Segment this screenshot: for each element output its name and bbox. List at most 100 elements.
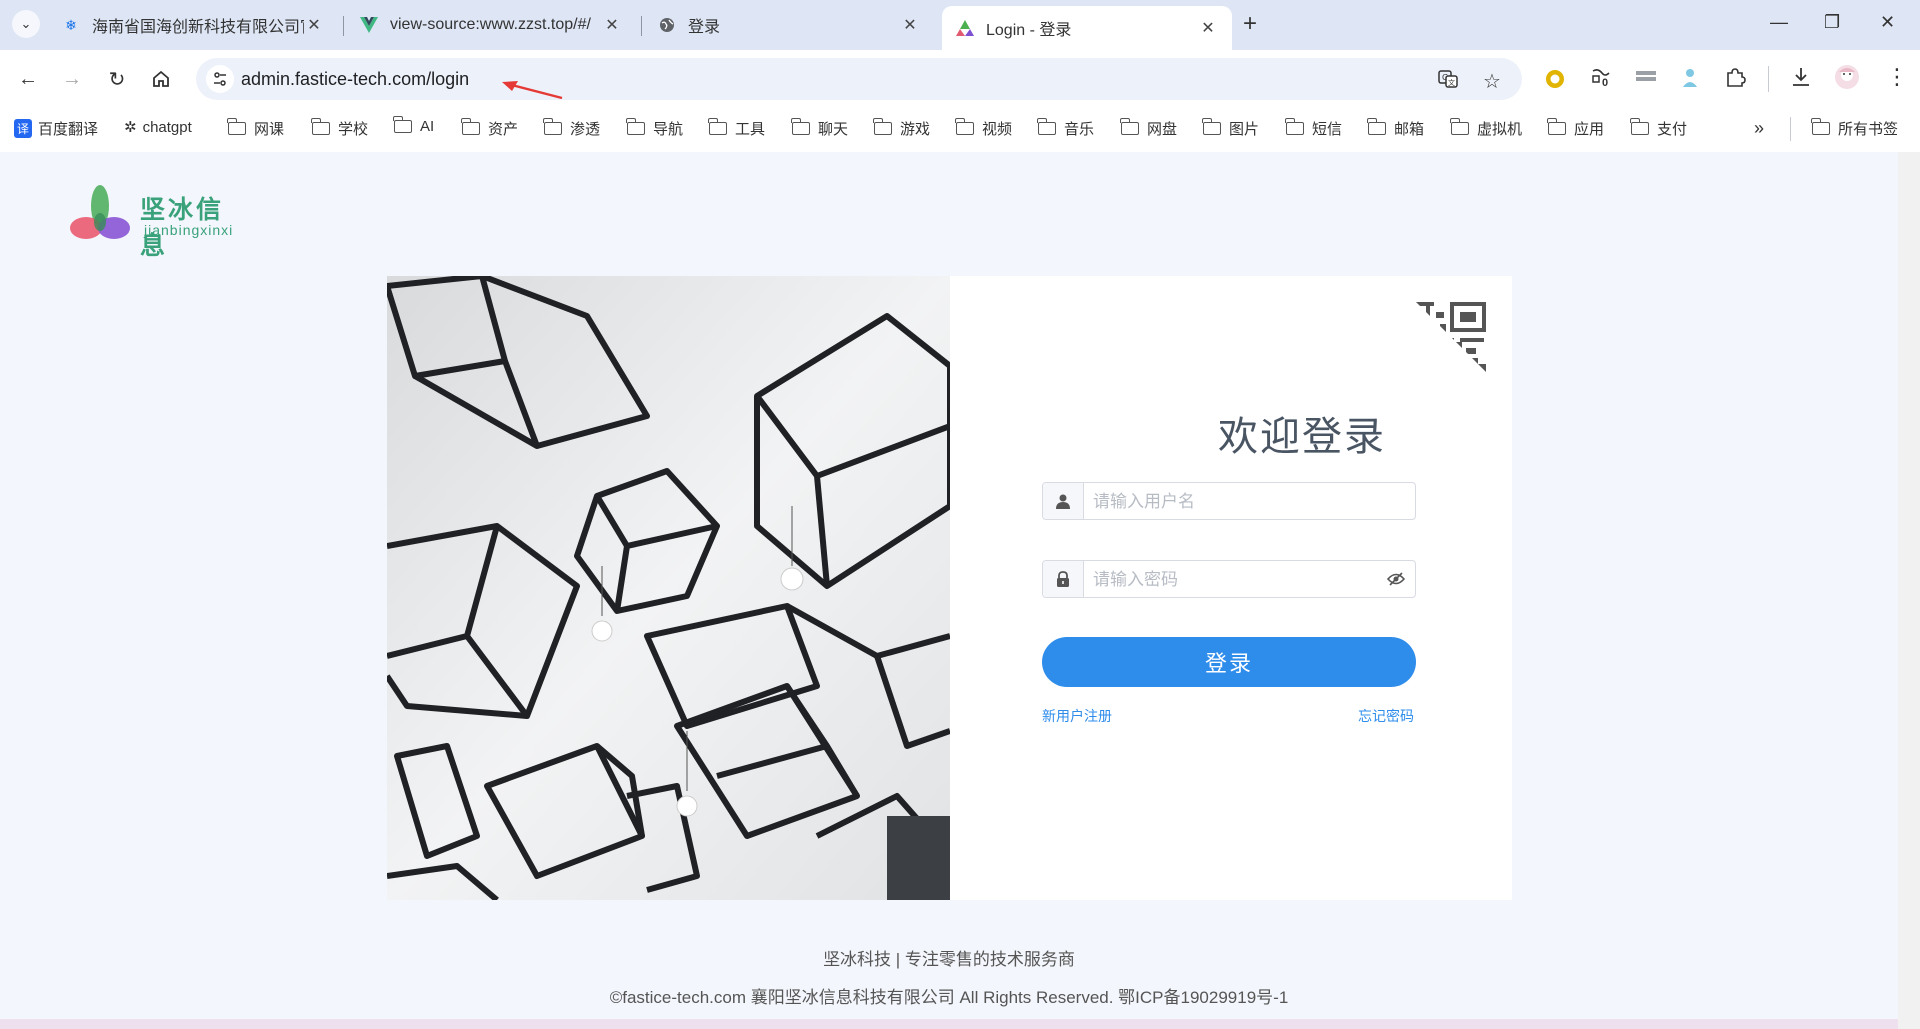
close-window-button[interactable]: ✕	[1880, 12, 1895, 33]
close-icon[interactable]: ✕	[900, 15, 920, 35]
folder-icon	[1630, 118, 1649, 135]
bookmark-folder[interactable]: 短信	[1285, 118, 1342, 139]
folder-icon	[1811, 118, 1830, 135]
bookmark-folder[interactable]: 邮箱	[1367, 118, 1424, 139]
site-settings-icon[interactable]	[206, 65, 234, 93]
forward-button[interactable]: →	[57, 64, 87, 94]
home-button[interactable]	[146, 64, 176, 94]
menu-kebab-icon[interactable]: ⋮	[1886, 64, 1908, 90]
tab-1[interactable]: ❄ 海南省国海创新科技有限公司官 ✕	[48, 6, 338, 44]
bookmarks-divider	[1790, 117, 1791, 141]
bookmark-folder[interactable]: 工具	[708, 118, 765, 139]
bookmark-star-icon[interactable]: ☆	[1483, 69, 1501, 94]
bookmark-baidu-translate[interactable]: 译 百度翻译	[14, 118, 98, 139]
folder-icon	[543, 118, 562, 135]
wire-cubes-illustration	[387, 276, 950, 900]
tab-title: view-source:www.zzst.top/#/	[390, 16, 591, 33]
bookmark-label: 网盘	[1147, 121, 1178, 138]
login-button[interactable]: 登录	[1042, 637, 1416, 687]
bookmark-folder[interactable]: 视频	[955, 118, 1012, 139]
folder-icon	[1037, 118, 1056, 135]
bookmark-chatgpt[interactable]: ✲ chatgpt	[124, 118, 192, 137]
tab-title: Login - 登录	[986, 22, 1072, 39]
bookmark-folder[interactable]: 应用	[1547, 118, 1605, 139]
all-bookmarks-folder[interactable]: 所有书签	[1811, 118, 1898, 139]
bookmark-label: 资产	[488, 121, 519, 138]
more-bookmarks-button[interactable]: »	[1754, 118, 1764, 139]
bookmark-label: 音乐	[1064, 121, 1095, 138]
password-input[interactable]	[1084, 561, 1395, 599]
tab-strip: ⌄ ❄ 海南省国海创新科技有限公司官 ✕ view-source:www.zzs…	[0, 0, 1920, 50]
bookmark-label: 导航	[653, 121, 684, 138]
arrow-left-icon: ←	[18, 67, 38, 90]
bookmark-folder[interactable]: 聊天	[791, 118, 848, 139]
page-scrollbar[interactable]	[1898, 152, 1920, 1029]
user-icon	[1043, 483, 1084, 519]
tab-4-active[interactable]: Login - 登录 ✕	[942, 6, 1232, 50]
extension-stack-icon[interactable]	[1636, 69, 1656, 92]
globe-icon	[658, 16, 676, 34]
bookmark-folder[interactable]: 资产	[461, 118, 519, 139]
register-link[interactable]: 新用户注册	[1042, 706, 1112, 726]
bookmark-folder[interactable]: 游戏	[873, 118, 930, 139]
logo-text-pinyin: jianbingxinxi	[144, 222, 234, 238]
translate-icon: 译	[14, 119, 33, 138]
bookmark-folder[interactable]: AI	[393, 116, 434, 135]
bookmark-label: 应用	[1574, 121, 1605, 138]
brand-logo[interactable]: 坚冰信息 jianbingxinxi	[70, 182, 250, 260]
qr-code-login-toggle-icon[interactable]	[1412, 298, 1492, 378]
bookmark-label: 渗透	[570, 121, 601, 138]
close-icon[interactable]: ✕	[602, 15, 622, 35]
lock-icon	[1043, 561, 1084, 597]
eye-slash-icon[interactable]	[1385, 569, 1407, 589]
close-icon[interactable]: ✕	[1198, 18, 1218, 38]
profile-avatar[interactable]	[1834, 64, 1860, 95]
tab-search-button[interactable]: ⌄	[12, 10, 40, 38]
bookmark-folder[interactable]: 渗透	[543, 118, 601, 139]
bookmark-folder[interactable]: 网盘	[1120, 118, 1178, 139]
extensions-puzzle-icon[interactable]	[1724, 66, 1746, 93]
bookmark-folder[interactable]: 支付	[1630, 118, 1688, 139]
bookmark-folder[interactable]: 学校	[311, 118, 368, 139]
bookmark-folder[interactable]: 导航	[626, 118, 684, 139]
folder-icon	[708, 118, 727, 135]
bottom-edge	[0, 1019, 1898, 1029]
bookmark-folder[interactable]: 音乐	[1037, 118, 1095, 139]
bookmark-folder[interactable]: 虚拟机	[1450, 118, 1522, 139]
translate-page-icon[interactable]: G文	[1438, 69, 1458, 94]
forgot-password-link[interactable]: 忘记密码	[1358, 706, 1414, 726]
url-text[interactable]: admin.fastice-tech.com/login	[241, 69, 469, 90]
download-icon[interactable]	[1790, 66, 1812, 93]
username-input[interactable]	[1084, 483, 1395, 521]
bookmark-folder[interactable]: 网课	[227, 118, 284, 139]
footer-copyright: ©fastice-tech.com 襄阳坚冰信息科技有限公司 All Right…	[609, 988, 1289, 1007]
address-bar[interactable]: admin.fastice-tech.com/login G文 ☆	[196, 58, 1522, 100]
bookmark-folder[interactable]: 图片	[1202, 118, 1260, 139]
extension-tracker-icon[interactable]: 0	[1590, 67, 1612, 96]
tab-2[interactable]: view-source:www.zzst.top/#/ ✕	[346, 6, 636, 44]
bookmarks-bar: 译 百度翻译 ✲ chatgpt 网课 学校 AI 资产 渗透 导航 工具 聊天…	[0, 108, 1920, 153]
back-button[interactable]: ←	[13, 64, 43, 94]
bookmark-label: 支付	[1657, 121, 1688, 138]
password-field[interactable]	[1042, 560, 1416, 599]
minimize-button[interactable]: —	[1770, 12, 1788, 33]
bookmark-label: 图片	[1229, 121, 1260, 138]
new-tab-button[interactable]: +	[1243, 12, 1257, 36]
close-icon[interactable]: ✕	[304, 15, 324, 35]
folder-icon	[1367, 118, 1386, 135]
username-field[interactable]	[1042, 482, 1416, 521]
chevron-down-icon: ⌄	[20, 16, 32, 31]
reload-button[interactable]: ↻	[102, 64, 132, 94]
reload-icon: ↻	[108, 68, 126, 91]
tab-title: 登录	[688, 19, 721, 36]
extension-coin-icon[interactable]	[1544, 68, 1566, 95]
triangle-logo-icon	[956, 19, 974, 37]
folder-icon	[955, 118, 974, 135]
arrow-right-icon: →	[62, 67, 82, 90]
tab-3[interactable]: 登录 ✕	[644, 6, 934, 44]
folder-icon	[1547, 118, 1566, 135]
folder-icon	[311, 118, 330, 135]
restore-button[interactable]: ❐	[1824, 12, 1840, 33]
bookmark-label: 百度翻译	[38, 121, 99, 138]
extension-figure-icon[interactable]	[1680, 67, 1700, 94]
